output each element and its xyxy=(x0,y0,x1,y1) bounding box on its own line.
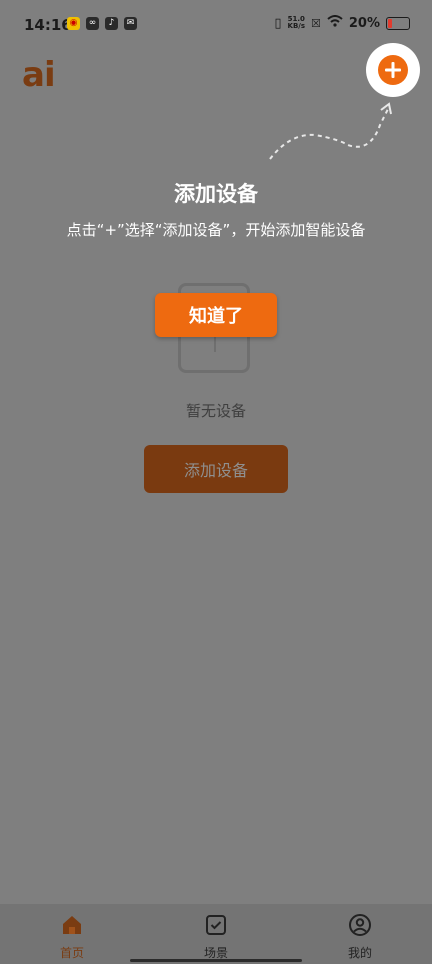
tiktok-icon: ♪ xyxy=(105,17,118,30)
gesture-bar xyxy=(130,959,302,962)
status-time: 14:16 xyxy=(24,16,72,34)
nav-label-home: 首页 xyxy=(59,946,84,960)
vibrate-icon: ▯ xyxy=(274,15,282,31)
weibo-icon: ◉ xyxy=(67,17,80,30)
link-app-icon: ∞ xyxy=(86,17,99,30)
bottom-nav: 首页 场景 我的 xyxy=(0,904,432,964)
guide-title: 添加设备 xyxy=(174,182,258,206)
notification-icons: ◉ ∞ ♪ ✉ xyxy=(67,17,137,30)
network-speed: 51.0 KB/s xyxy=(288,16,305,30)
home-icon xyxy=(59,912,85,938)
empty-state-message: 暂无设备 xyxy=(185,402,246,420)
guide-arrow-icon xyxy=(269,102,392,160)
nav-item-home[interactable]: 首页 xyxy=(0,904,144,964)
nav-item-profile[interactable]: 我的 xyxy=(288,904,432,964)
battery-percent: 20% xyxy=(348,15,380,31)
add-device-button[interactable]: 添加设备 xyxy=(144,445,288,493)
wifi-icon xyxy=(327,15,343,31)
network-speed-unit: KB/s xyxy=(287,22,305,30)
sim-icon: ☒ xyxy=(311,16,321,30)
nav-item-scene[interactable]: 场景 xyxy=(144,904,288,964)
app-logo: ai xyxy=(22,55,56,95)
scene-check-icon xyxy=(203,912,229,938)
nav-label-profile: 我的 xyxy=(347,946,372,960)
status-right: ▯ 51.0 KB/s ☒ 20% xyxy=(274,15,410,31)
guide-description: 点击“+”选择“添加设备”，开始添加智能设备 xyxy=(66,221,366,239)
plus-icon xyxy=(378,55,408,85)
status-bar: 14:16 ◉ ∞ ♪ ✉ ▯ 51.0 KB/s ☒ 20% xyxy=(0,0,432,50)
battery-icon xyxy=(386,16,410,30)
add-device-plus-button[interactable] xyxy=(366,43,420,97)
message-icon: ✉ xyxy=(124,17,137,30)
got-it-button[interactable]: 知道了 xyxy=(155,293,277,337)
profile-icon xyxy=(347,912,373,938)
